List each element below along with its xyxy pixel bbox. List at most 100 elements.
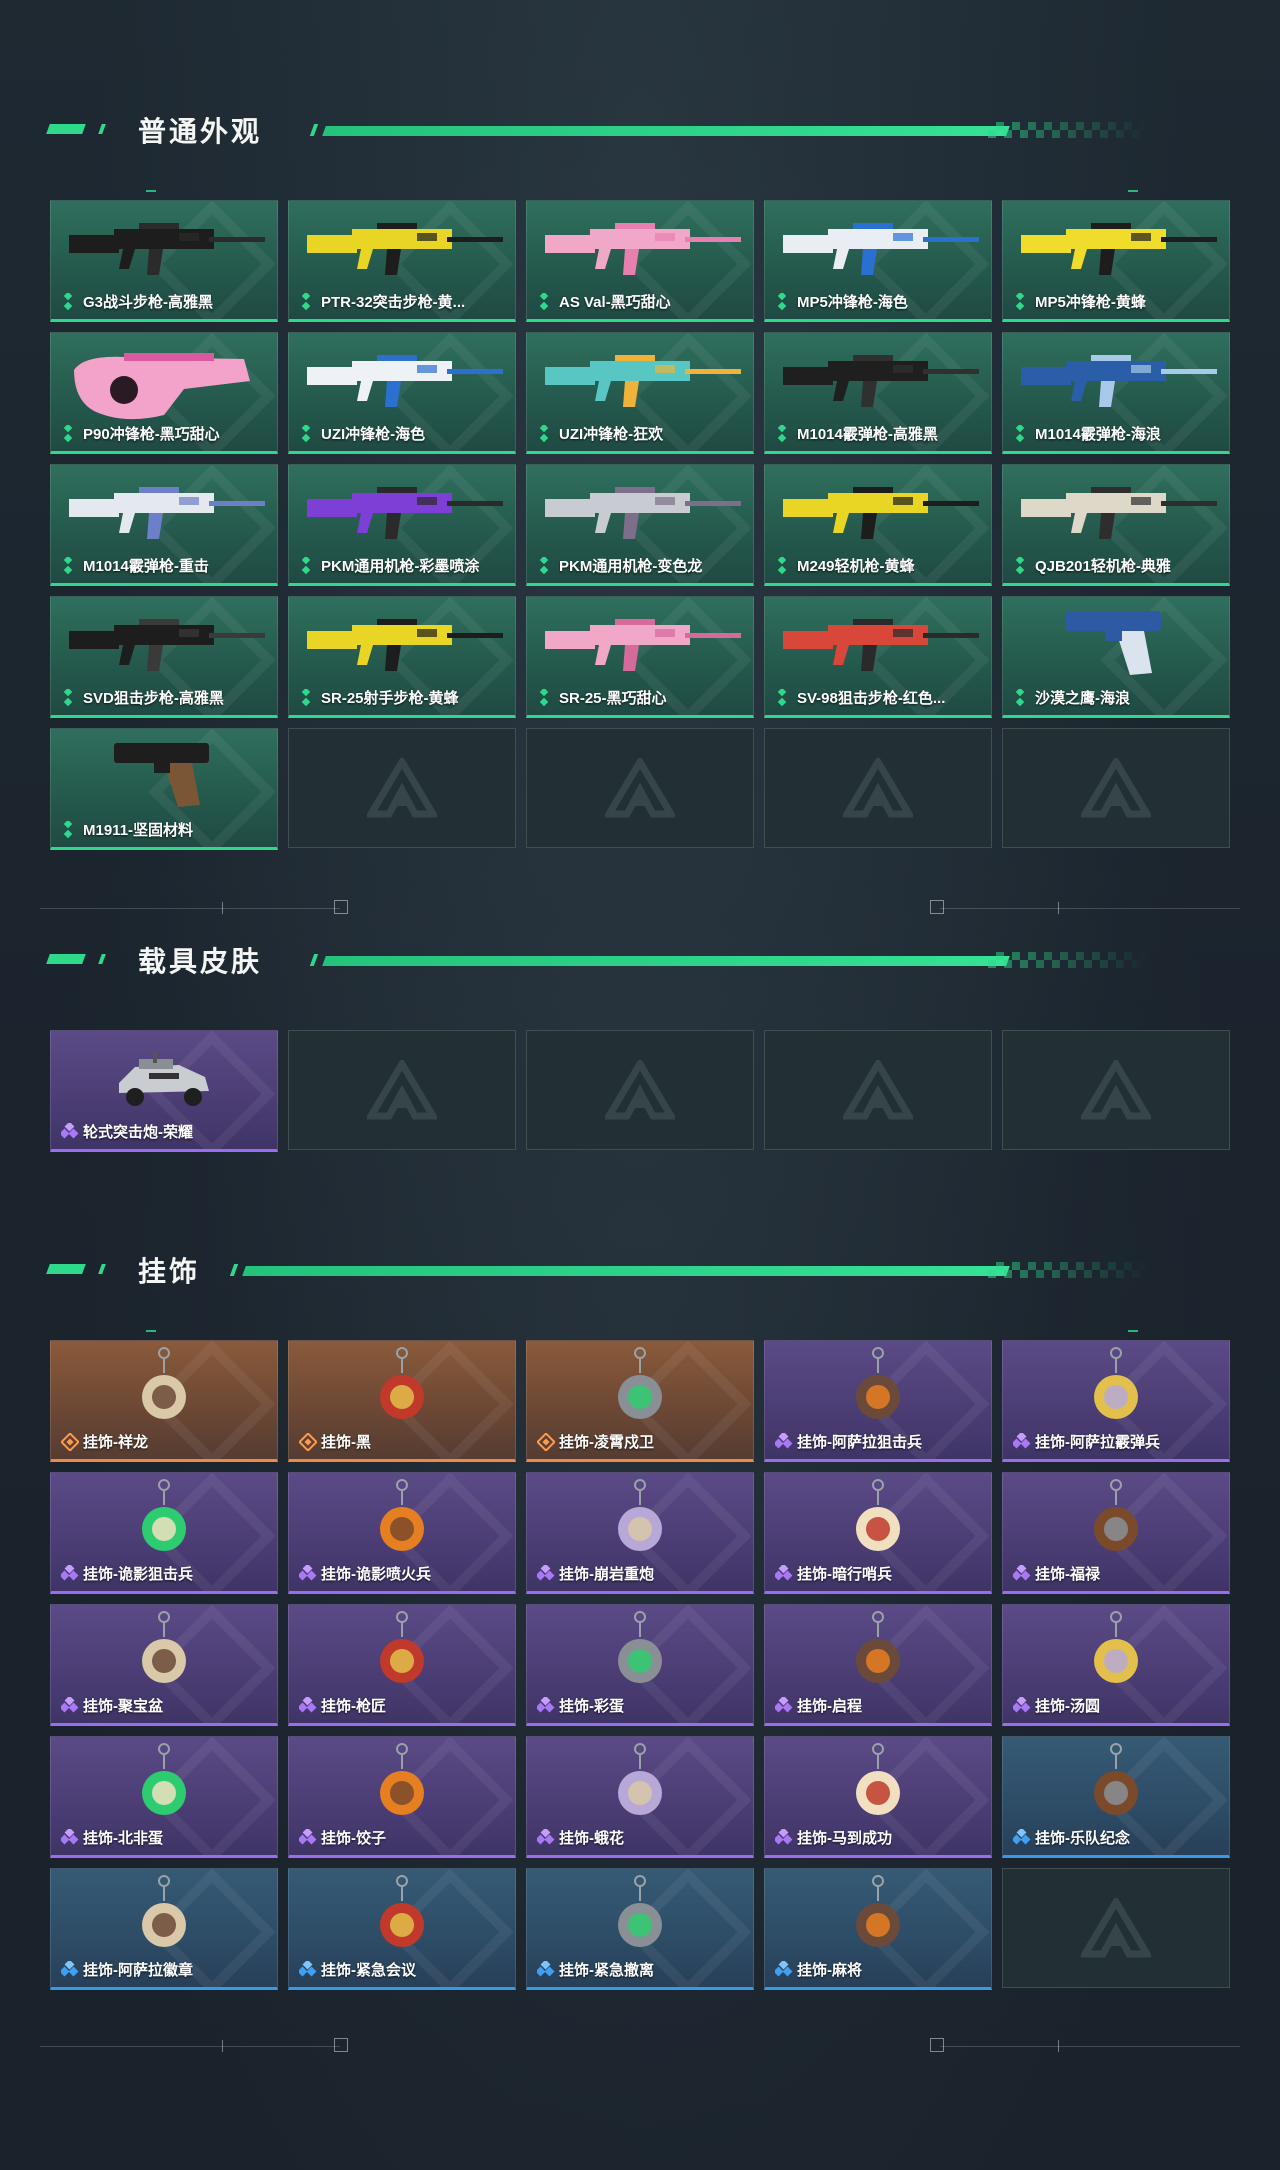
charm-image xyxy=(129,1477,199,1572)
weapon-image xyxy=(1056,601,1176,686)
weapon-image xyxy=(59,609,269,684)
charm-image xyxy=(843,1477,913,1572)
item-card[interactable]: 挂饰-乐队纪念 xyxy=(1002,1736,1230,1858)
item-card[interactable]: 挂饰-阿萨拉霰弹兵 xyxy=(1002,1340,1230,1462)
deco-line xyxy=(40,908,340,909)
header-accent xyxy=(46,954,86,964)
header-divider xyxy=(242,1266,1010,1276)
deco-tick xyxy=(222,902,223,914)
weapon-image xyxy=(773,609,983,684)
item-card[interactable]: SR-25-黑巧甜心 xyxy=(526,596,754,718)
item-card[interactable]: 沙漠之鹰-海浪 xyxy=(1002,596,1230,718)
rarity-icon xyxy=(773,1959,793,1979)
empty-slot xyxy=(526,1030,754,1150)
item-label: 挂饰-诡影喷火兵 xyxy=(321,1566,431,1583)
item-card[interactable]: 挂饰-紧急会议 xyxy=(288,1868,516,1990)
item-card[interactable]: QJB201轻机枪-典雅 xyxy=(1002,464,1230,586)
rarity-icon xyxy=(1015,291,1025,311)
item-card[interactable]: 挂饰-饺子 xyxy=(288,1736,516,1858)
item-card[interactable]: 挂饰-彩蛋 xyxy=(526,1604,754,1726)
item-card[interactable]: 挂饰-聚宝盆 xyxy=(50,1604,278,1726)
item-label: M249轻机枪-黄蜂 xyxy=(797,558,915,575)
item-label: 挂饰-福禄 xyxy=(1035,1566,1100,1583)
placeholder-logo-icon xyxy=(602,1057,678,1120)
item-card[interactable]: MP5冲锋枪-海色 xyxy=(764,200,992,322)
item-card[interactable]: 挂饰-黑 xyxy=(288,1340,516,1462)
item-label: M1911-坚固材料 xyxy=(83,822,194,839)
empty-slot xyxy=(288,728,516,848)
item-card[interactable]: PKM通用机枪-变色龙 xyxy=(526,464,754,586)
item-card[interactable]: 挂饰-汤圆 xyxy=(1002,1604,1230,1726)
header-accent xyxy=(98,954,106,964)
item-card[interactable]: 挂饰-暗行哨兵 xyxy=(764,1472,992,1594)
item-card[interactable]: UZI冲锋枪-狂欢 xyxy=(526,332,754,454)
item-label: SV-98狙击步枪-红色... xyxy=(797,690,946,707)
item-card[interactable]: G3战斗步枪-高雅黑 xyxy=(50,200,278,322)
item-label: 挂饰-乐队纪念 xyxy=(1035,1830,1130,1847)
item-card[interactable]: 挂饰-枪匠 xyxy=(288,1604,516,1726)
item-card[interactable]: SR-25射手步枪-黄蜂 xyxy=(288,596,516,718)
item-label: M1014霰弹枪-重击 xyxy=(83,558,209,575)
item-card[interactable]: SV-98狙击步枪-红色... xyxy=(764,596,992,718)
weapon-image xyxy=(297,477,507,552)
rarity-icon xyxy=(297,1959,317,1979)
item-card[interactable]: 挂饰-麻将 xyxy=(764,1868,992,1990)
charm-image xyxy=(129,1873,199,1968)
charm-image xyxy=(1081,1741,1151,1836)
rarity-icon xyxy=(539,291,549,311)
item-card[interactable]: PKM通用机枪-彩墨喷涂 xyxy=(288,464,516,586)
item-card[interactable]: 轮式突击炮-荣耀 xyxy=(50,1030,278,1152)
item-card[interactable]: 挂饰-阿萨拉徽章 xyxy=(50,1868,278,1990)
item-card[interactable]: M1014霰弹枪-重击 xyxy=(50,464,278,586)
item-card[interactable]: M1014霰弹枪-海浪 xyxy=(1002,332,1230,454)
item-card[interactable]: SVD狙击步枪-高雅黑 xyxy=(50,596,278,718)
placeholder-logo-icon xyxy=(1078,1895,1154,1958)
deco-tick xyxy=(1058,2040,1059,2052)
item-card[interactable]: 挂饰-崩岩重炮 xyxy=(526,1472,754,1594)
header-checker xyxy=(988,122,1148,138)
item-card[interactable]: UZI冲锋枪-海色 xyxy=(288,332,516,454)
weapon-image xyxy=(773,213,983,288)
item-card[interactable]: 挂饰-诡影喷火兵 xyxy=(288,1472,516,1594)
item-card[interactable]: 挂饰-蛾花 xyxy=(526,1736,754,1858)
section-title: 载具皮肤 xyxy=(138,946,263,977)
deco-line xyxy=(940,908,1240,909)
rarity-icon xyxy=(773,1827,793,1847)
section-header-charms: 挂饰 xyxy=(46,1248,1208,1288)
rarity-icon xyxy=(539,687,549,707)
item-card[interactable]: M1911-坚固材料 xyxy=(50,728,278,850)
item-card[interactable]: P90冲锋枪-黑巧甜心 xyxy=(50,332,278,454)
item-label: UZI冲锋枪-狂欢 xyxy=(559,426,664,443)
item-card[interactable]: 挂饰-启程 xyxy=(764,1604,992,1726)
rarity-icon xyxy=(777,687,787,707)
rarity-icon xyxy=(535,1959,555,1979)
header-accent xyxy=(98,1264,106,1274)
item-card[interactable]: AS Val-黑巧甜心 xyxy=(526,200,754,322)
charm-image xyxy=(605,1477,675,1572)
item-card[interactable]: 挂饰-福禄 xyxy=(1002,1472,1230,1594)
item-card[interactable]: M249轻机枪-黄蜂 xyxy=(764,464,992,586)
rarity-icon xyxy=(535,1563,555,1583)
rarity-icon xyxy=(535,1827,555,1847)
item-card[interactable]: 挂饰-北非蛋 xyxy=(50,1736,278,1858)
charm-image xyxy=(605,1609,675,1704)
empty-slot xyxy=(1002,728,1230,848)
item-label: 挂饰-彩蛋 xyxy=(559,1698,624,1715)
item-card[interactable]: 挂饰-马到成功 xyxy=(764,1736,992,1858)
rarity-icon xyxy=(539,423,549,443)
item-card[interactable]: M1014霰弹枪-高雅黑 xyxy=(764,332,992,454)
weapon-image xyxy=(1011,345,1221,420)
item-card[interactable]: PTR-32突击步枪-黄... xyxy=(288,200,516,322)
item-card[interactable]: 挂饰-祥龙 xyxy=(50,1340,278,1462)
deco-mark xyxy=(1128,1330,1138,1332)
item-label: 挂饰-麻将 xyxy=(797,1962,862,1979)
item-card[interactable]: 挂饰-诡影狙击兵 xyxy=(50,1472,278,1594)
item-card[interactable]: 挂饰-阿萨拉狙击兵 xyxy=(764,1340,992,1462)
item-card[interactable]: 挂饰-凌霄戍卫 xyxy=(526,1340,754,1462)
weapon-image xyxy=(773,477,983,552)
item-label: PKM通用机枪-彩墨喷涂 xyxy=(321,558,480,575)
item-card[interactable]: MP5冲锋枪-黄蜂 xyxy=(1002,200,1230,322)
item-card[interactable]: 挂饰-紧急撤离 xyxy=(526,1868,754,1990)
item-label: PKM通用机枪-变色龙 xyxy=(559,558,703,575)
empty-slot xyxy=(1002,1030,1230,1150)
